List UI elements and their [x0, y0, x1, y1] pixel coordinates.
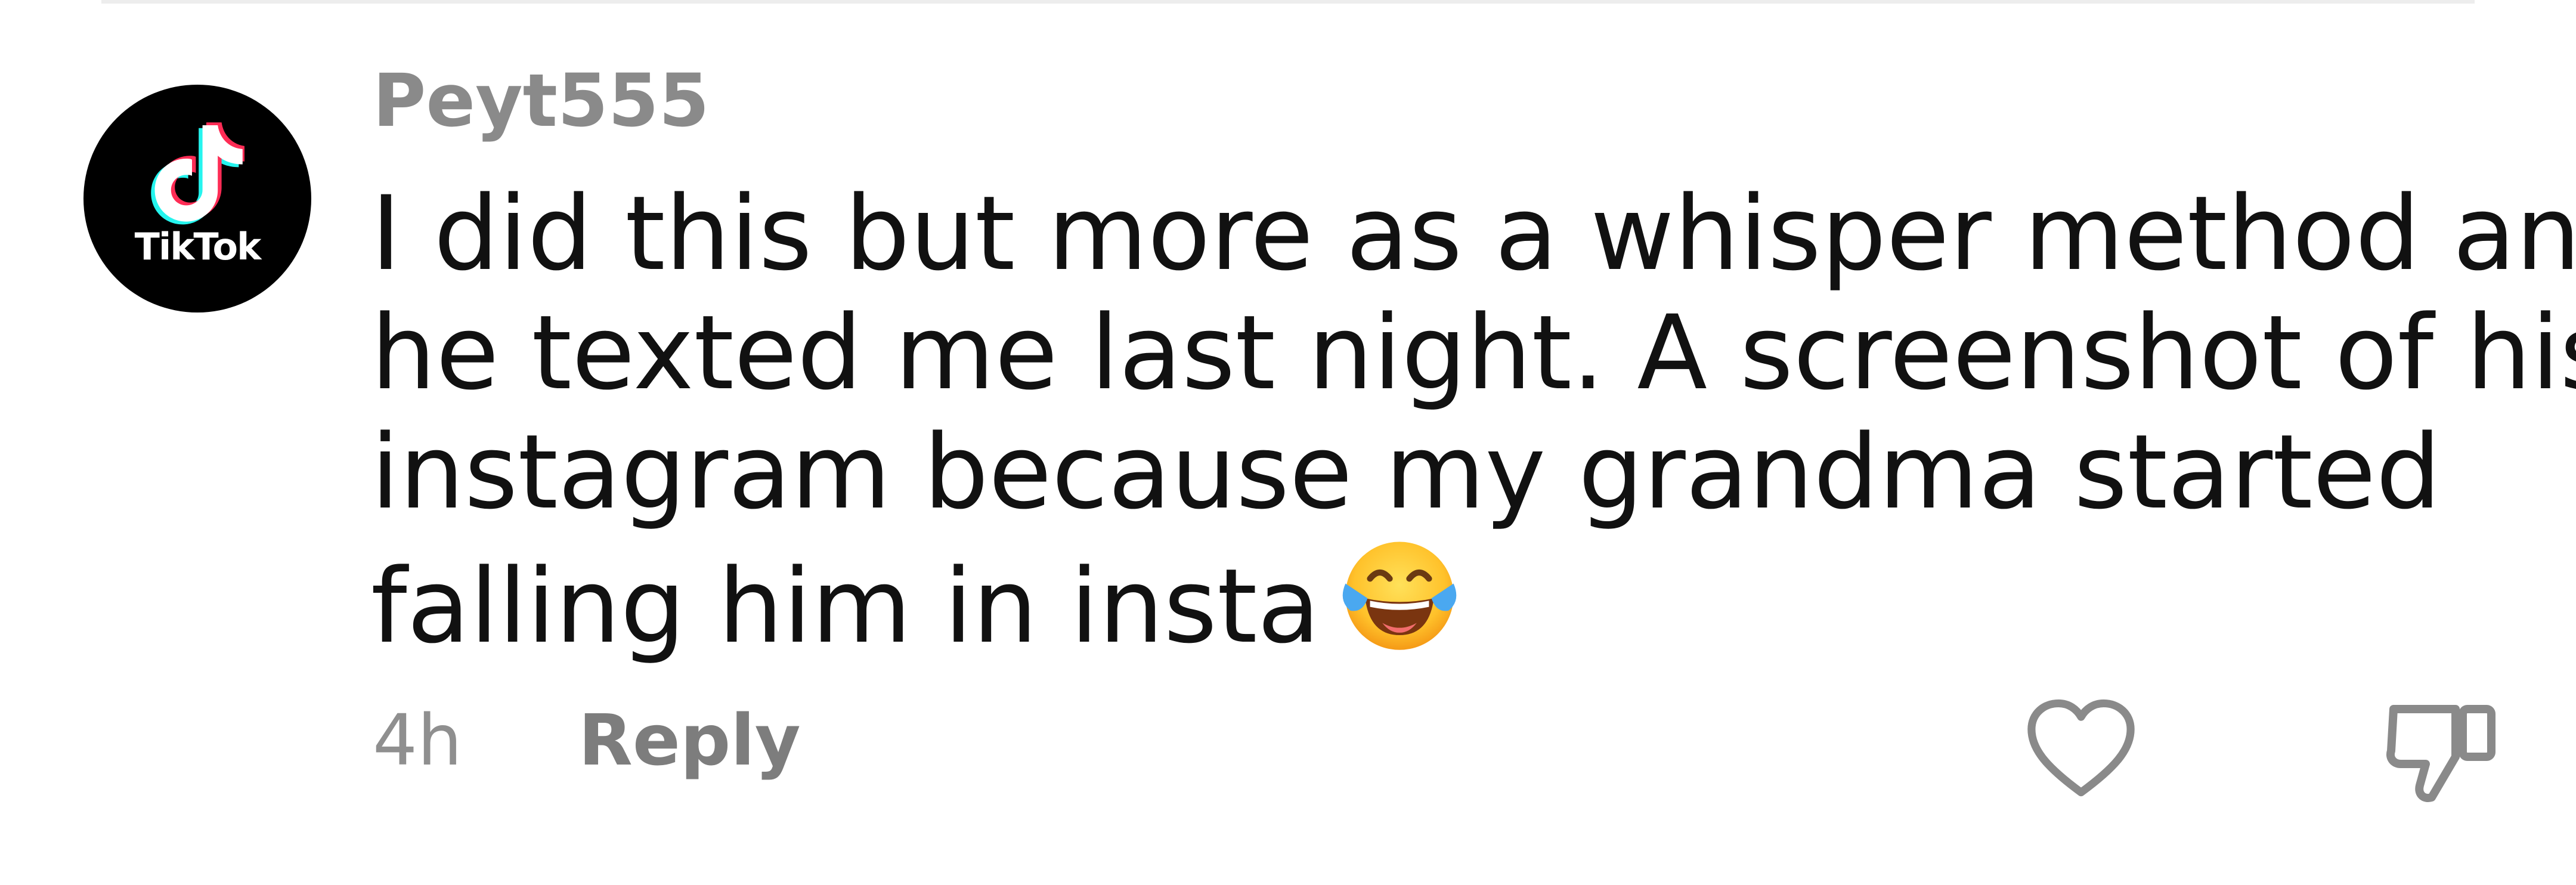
avatar-brand-text: TikTok: [134, 225, 262, 268]
tiktok-logo-icon: [151, 122, 244, 225]
thumbs-down-icon[interactable]: [2384, 695, 2503, 808]
face-with-tears-of-joy-icon: [1342, 541, 1457, 650]
avatar[interactable]: TikTok: [83, 85, 311, 312]
comment-line: he texted me last night. A screenshot of…: [371, 293, 2576, 413]
comment-line: I did this but more as a whisper method …: [371, 174, 2576, 293]
comment-line-text: falling him in insta: [371, 546, 1320, 666]
comment-line-last: falling him in insta: [371, 532, 2518, 666]
comment-timestamp: 4h: [373, 699, 462, 781]
top-divider: [101, 0, 2475, 4]
comment-username[interactable]: Peyt555: [373, 64, 710, 137]
comment-text: I did this but more as a whisper method …: [371, 174, 2576, 666]
reply-button[interactable]: Reply: [578, 705, 801, 775]
heart-icon[interactable]: [2024, 698, 2138, 799]
comment-line: instagram because my grandma started: [371, 412, 2441, 532]
